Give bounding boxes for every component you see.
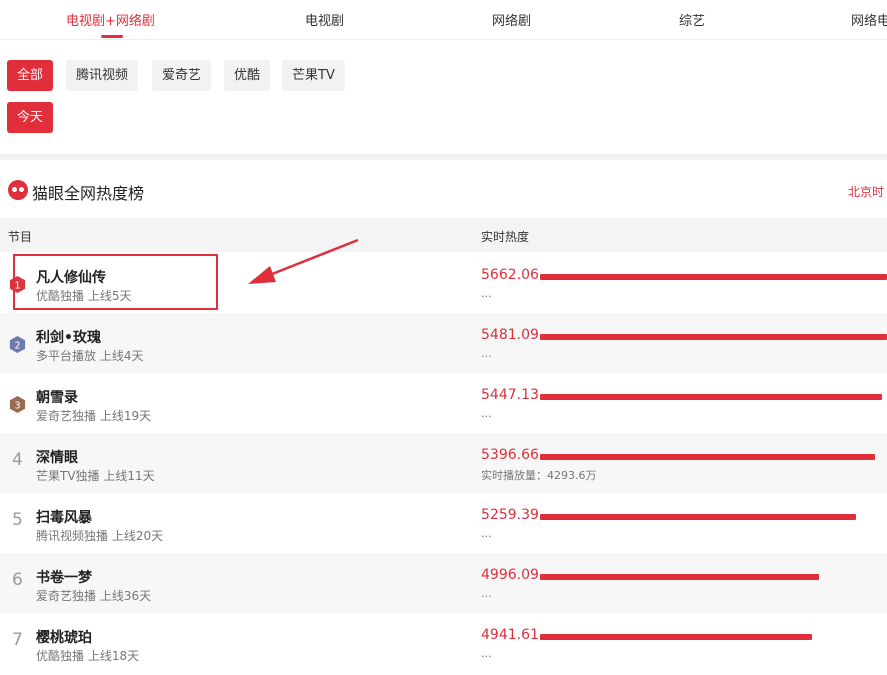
heat-value: 4996.09 [481,567,539,583]
heat-bar [540,574,819,580]
show-platform-info: 腾讯视频独播 上线20天 [36,529,164,543]
table-row[interactable]: 6 书卷一梦 爱奇艺独播 上线36天 4996.09 ... [0,553,887,613]
active-tab-indicator [101,35,123,38]
show-title[interactable]: 樱桃琥珀 [36,627,92,647]
filter-iqiyi[interactable]: 爱奇艺 [152,60,212,91]
heat-value: 5481.09 [481,327,539,343]
rank-number: 6 [12,570,23,590]
heat-bar [540,274,887,280]
section-title: 猫眼全网热度榜 [32,184,145,203]
table-row[interactable]: 3 朝雪录 爱奇艺独播 上线19天 5447.13 ... [0,373,887,433]
top-tab-bar: 电视剧+网络剧 电视剧 网络剧 综艺 网络电 [0,0,887,40]
filter-today[interactable]: 今天 [7,102,54,133]
tab-variety[interactable]: 综艺 [679,10,705,29]
rank-badge-silver-icon: 2 [8,335,27,354]
svg-text:2: 2 [14,340,20,351]
tab-tv-drama[interactable]: 电视剧 [305,10,344,29]
heat-bar [540,334,887,340]
maoyan-cat-icon [8,180,28,200]
heat-value: 5447.13 [481,387,539,403]
table-header: 节目 实时热度 [0,218,887,252]
filter-tencent[interactable]: 腾讯视频 [66,60,139,91]
heat-extra: ... [481,347,492,360]
red-arrow-pointer-icon [248,238,359,284]
rank-number: 5 [12,510,23,530]
show-platform-info: 优酷独播 上线18天 [36,649,140,663]
heat-value: 5396.66 [481,447,539,463]
beijing-time-label: 北京时 [848,185,885,199]
show-title[interactable]: 深情眼 [36,447,78,467]
highlight-annotation-box [13,254,218,310]
heat-extra: ... [481,527,492,540]
filter-mango[interactable]: 芒果TV [282,60,345,91]
table-row[interactable]: 5 扫毒风暴 腾讯视频独播 上线20天 5259.39 ... [0,493,887,553]
tab-tv-and-web[interactable]: 电视剧+网络剧 [66,10,155,29]
rank-number: 4 [12,450,23,470]
heat-bar [540,514,856,520]
show-title[interactable]: 朝雪录 [36,387,78,407]
heat-extra: ... [481,287,492,300]
column-realtime-heat: 实时热度 [481,230,530,244]
show-title[interactable]: 扫毒风暴 [36,507,92,527]
table-row[interactable]: 7 樱桃琥珀 优酷独播 上线18天 4941.61 ... [0,613,887,673]
filter-all[interactable]: 全部 [7,60,54,91]
heat-bar [540,634,812,640]
show-title[interactable]: 利剑•玫瑰 [36,327,101,347]
filter-youku[interactable]: 优酷 [224,60,271,91]
svg-text:3: 3 [14,400,20,411]
show-platform-info: 芒果TV独播 上线11天 [36,469,155,483]
heat-extra: ... [481,587,492,600]
tab-web-drama[interactable]: 网络剧 [492,10,531,29]
show-title[interactable]: 书卷一梦 [36,567,92,587]
show-platform-info: 多平台播放 上线4天 [36,349,144,363]
show-platform-info: 爱奇艺独播 上线36天 [36,589,152,603]
heat-value: 5662.06 [481,267,539,283]
heat-value: 5259.39 [481,507,539,523]
column-program: 节目 [8,230,33,244]
heat-bar [540,454,875,460]
rank-number: 7 [12,630,23,650]
heat-extra: ... [481,407,492,420]
heat-bar [540,394,882,400]
table-row[interactable]: 4 深情眼 芒果TV独播 上线11天 5396.66 实时播放量：4293.6万 [0,433,887,493]
table-row[interactable]: 2 利剑•玫瑰 多平台播放 上线4天 5481.09 ... [0,313,887,373]
heat-value: 4941.61 [481,627,539,643]
section-divider [0,154,887,160]
heat-extra: ... [481,647,492,660]
tab-web-movie[interactable]: 网络电 [851,10,887,29]
realtime-play-count: 实时播放量：4293.6万 [481,469,597,482]
rank-badge-bronze-icon: 3 [8,395,27,414]
show-platform-info: 爱奇艺独播 上线19天 [36,409,152,423]
